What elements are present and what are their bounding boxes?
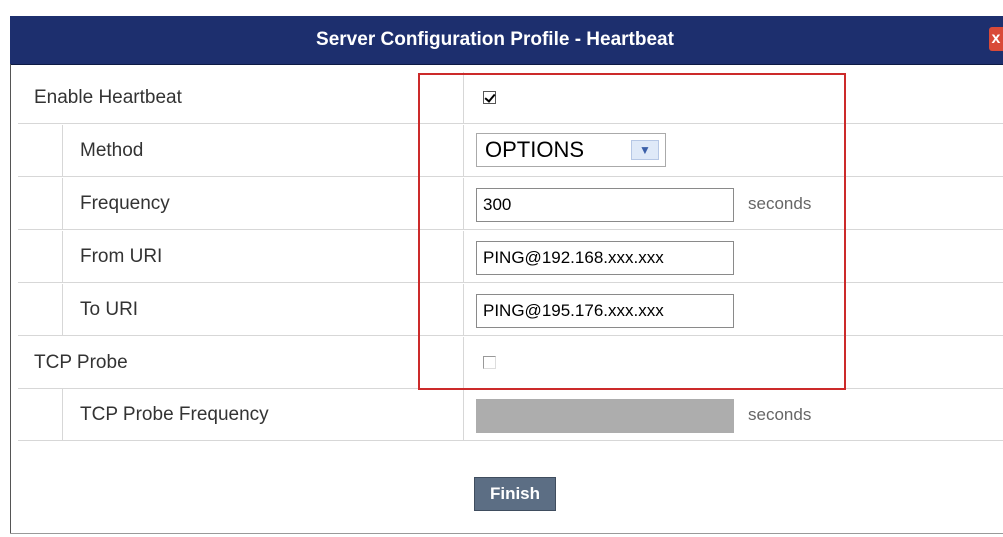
- row-from-uri: From URI PING@192.168.xxx.xxx: [18, 231, 1003, 283]
- frequency-unit: seconds: [748, 194, 812, 213]
- row-tcp-probe-frequency: TCP Probe Frequency seconds: [18, 389, 1003, 441]
- frequency-input[interactable]: 300: [476, 188, 734, 222]
- frequency-label: Frequency: [80, 193, 170, 214]
- dialog-titlebar: Server Configuration Profile - Heartbeat…: [10, 16, 1003, 65]
- finish-button[interactable]: Finish: [474, 477, 556, 511]
- to-uri-label: To URI: [80, 299, 139, 320]
- tcp-probe-frequency-input: [476, 399, 734, 433]
- method-select[interactable]: OPTIONS ▼: [476, 133, 666, 167]
- method-label: Method: [80, 140, 144, 161]
- dialog-left-border: [10, 64, 11, 534]
- dialog-title: Server Configuration Profile - Heartbeat: [316, 29, 674, 50]
- to-uri-input[interactable]: PING@195.176.xxx.xxx: [476, 294, 734, 328]
- enable-heartbeat-label: Enable Heartbeat: [34, 87, 182, 108]
- close-icon[interactable]: x: [989, 27, 1003, 51]
- row-tcp-probe: TCP Probe: [18, 337, 1003, 389]
- method-select-value: OPTIONS: [485, 137, 585, 162]
- from-uri-input[interactable]: PING@192.168.xxx.xxx: [476, 241, 734, 275]
- tcp-probe-frequency-unit: seconds: [748, 405, 812, 424]
- tcp-probe-checkbox[interactable]: [483, 356, 496, 369]
- heartbeat-dialog: Server Configuration Profile - Heartbeat…: [0, 0, 1003, 537]
- row-to-uri: To URI PING@195.176.xxx.xxx: [18, 284, 1003, 336]
- enable-heartbeat-checkbox[interactable]: [483, 91, 496, 104]
- chevron-down-icon[interactable]: ▼: [631, 140, 659, 160]
- row-enable-heartbeat: Enable Heartbeat: [18, 72, 1003, 124]
- tcp-probe-frequency-label: TCP Probe Frequency: [80, 404, 269, 425]
- tcp-probe-label: TCP Probe: [34, 352, 128, 373]
- row-method: Method OPTIONS ▼: [18, 125, 1003, 177]
- dialog-bottom-border: [10, 533, 1003, 534]
- from-uri-label: From URI: [80, 246, 163, 267]
- row-frequency: Frequency 300 seconds: [18, 178, 1003, 230]
